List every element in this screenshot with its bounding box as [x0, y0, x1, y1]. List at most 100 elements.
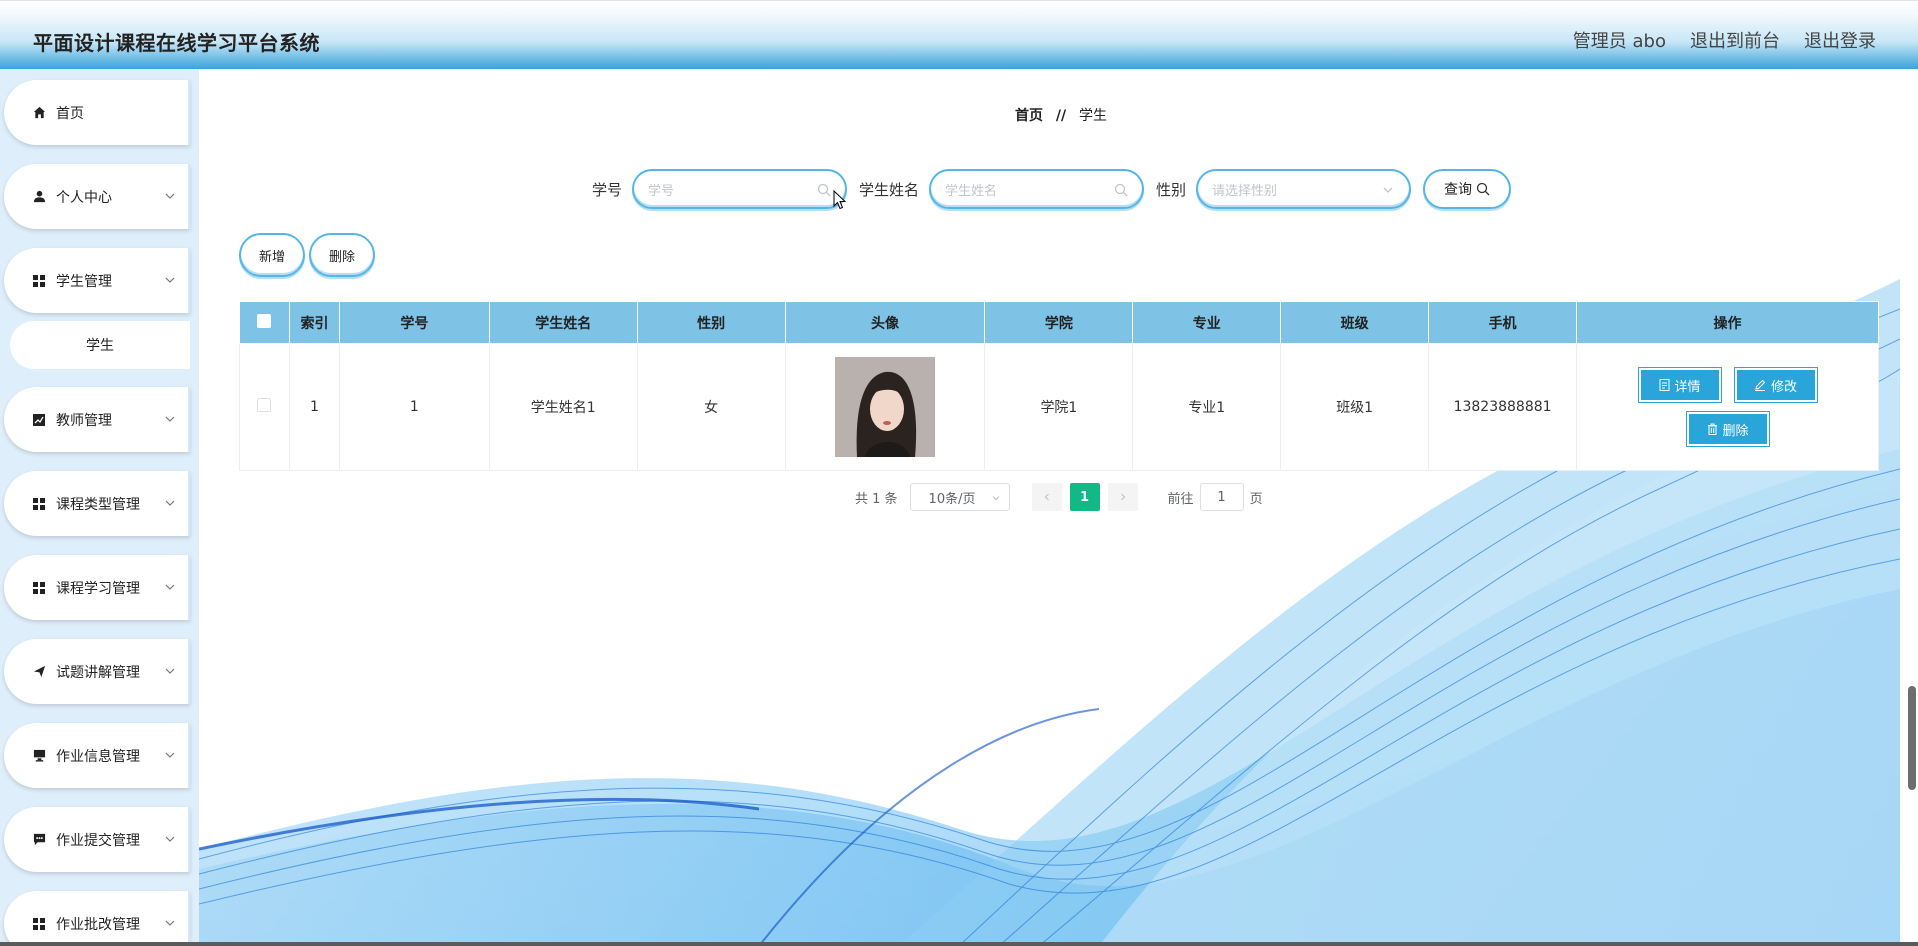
cell-major: 专业1	[1132, 343, 1282, 471]
user-icon	[32, 190, 46, 204]
cell-gender: 女	[636, 343, 786, 471]
grid-icon	[32, 497, 46, 511]
row-select-cell[interactable]	[239, 343, 290, 471]
sidebar-item-personal-center[interactable]: 个人中心	[4, 164, 190, 229]
sidebar-item-label: 教师管理	[56, 412, 112, 429]
logout-link[interactable]: 退出登录	[1804, 27, 1876, 53]
trash-icon	[1707, 423, 1717, 435]
page-number-current[interactable]: 1	[1069, 483, 1100, 511]
gender-select[interactable]: 请选择性别	[1196, 169, 1412, 209]
prev-page-button[interactable]	[1031, 483, 1062, 511]
gender-label: 性别	[1156, 180, 1187, 199]
sidebar-item-student-management[interactable]: 学生管理	[4, 248, 190, 313]
sidebar-item-homework-submit-management[interactable]: 作业提交管理	[4, 807, 190, 872]
chevron-down-icon	[165, 752, 175, 758]
chevron-left-icon	[1044, 493, 1049, 501]
column-header: 学生姓名	[488, 301, 638, 344]
table-actions: 新增 删除	[239, 233, 375, 277]
cell-phone: 13823888881	[1428, 343, 1578, 471]
sidebar: 首页 个人中心 学生管理 学生 教师管理 课程类型管理 课程学习管理 试题讲解管…	[0, 69, 199, 946]
pagination-total: 共 1 条	[855, 491, 898, 507]
select-all-cell[interactable]	[239, 301, 290, 344]
chevron-down-icon	[165, 584, 175, 590]
sidebar-item-course-type-management[interactable]: 课程类型管理	[4, 471, 190, 536]
cell-xuehao: 1	[338, 343, 490, 471]
search-form: 学号 学号 学生姓名 学生姓名 性别 请选择性别 查询	[592, 169, 1512, 209]
row-operations: 详情 修改 删除	[1628, 367, 1828, 447]
table-row: 1 1 学生姓名1 女 学院1 专业1 班级1 13823888881 详情 修…	[239, 343, 1879, 471]
page-scrollbar[interactable]	[1900, 69, 1918, 946]
page-size-value: 10条/页	[928, 491, 976, 507]
exit-to-front-link[interactable]: 退出到前台	[1690, 27, 1780, 53]
column-header: 学院	[984, 301, 1134, 344]
grid-icon	[32, 274, 46, 288]
breadcrumb-current: 学生	[1078, 108, 1107, 124]
batch-delete-button[interactable]: 删除	[309, 233, 375, 277]
next-page-button[interactable]	[1107, 483, 1138, 511]
sidebar-item-label: 试题讲解管理	[56, 664, 140, 681]
search-icon	[1476, 182, 1490, 196]
cell-class: 班级1	[1280, 343, 1430, 471]
column-header: 性别	[636, 301, 786, 344]
chevron-down-icon	[165, 500, 175, 506]
header-nav: 管理员 abo 退出到前台 退出登录	[1573, 27, 1876, 53]
scrollbar-thumb[interactable]	[1908, 686, 1916, 790]
xuehao-label: 学号	[592, 180, 623, 199]
sidebar-item-label: 作业信息管理	[56, 748, 140, 765]
select-all-checkbox[interactable]	[257, 313, 272, 328]
page-size-select[interactable]: 10条/页	[909, 483, 1010, 511]
column-header: 专业	[1132, 301, 1282, 344]
sidebar-item-homework-info-management[interactable]: 作业信息管理	[4, 723, 190, 788]
query-button[interactable]: 查询	[1423, 169, 1512, 209]
message-icon	[32, 833, 46, 847]
document-icon	[1659, 379, 1669, 391]
bottom-divider	[0, 942, 1918, 946]
pagination: 共 1 条 10条/页 1 前往 1 页	[855, 483, 1263, 511]
home-icon	[32, 106, 46, 120]
chevron-down-icon	[165, 277, 175, 283]
student-table: 索引 学号 学生姓名 性别 头像 学院 专业 班级 手机 操作 1 1 学生姓名…	[239, 301, 1879, 471]
table-header-row: 索引 学号 学生姓名 性别 头像 学院 专业 班级 手机 操作	[239, 301, 1879, 344]
chevron-down-icon	[165, 416, 175, 422]
grid-icon	[32, 581, 46, 595]
cell-index: 1	[288, 343, 340, 471]
student-name-label: 学生姓名	[859, 180, 920, 199]
search-icon	[1114, 183, 1128, 197]
sidebar-item-label: 作业批改管理	[56, 916, 140, 933]
sidebar-subitem-student[interactable]: 学生	[10, 321, 190, 369]
delete-button[interactable]: 删除	[1685, 411, 1770, 447]
breadcrumb-home-link[interactable]: 首页	[1015, 108, 1043, 124]
sidebar-item-label: 作业提交管理	[56, 832, 140, 849]
row-checkbox[interactable]	[257, 398, 272, 412]
search-icon	[817, 183, 831, 197]
edit-button[interactable]: 修改	[1733, 367, 1818, 403]
goto-label: 前往	[1167, 491, 1194, 507]
sidebar-item-label: 学生管理	[56, 273, 112, 290]
cell-college: 学院1	[984, 343, 1134, 471]
student-name-search-input[interactable]: 学生姓名	[929, 169, 1145, 209]
chevron-down-icon	[165, 920, 175, 926]
detail-button[interactable]: 详情	[1637, 367, 1722, 403]
edit-button-label: 修改	[1771, 379, 1798, 395]
chevron-down-icon	[165, 193, 175, 199]
column-header: 学号	[338, 301, 490, 344]
sidebar-item-course-study-management[interactable]: 课程学习管理	[4, 555, 190, 620]
chevron-down-icon	[165, 668, 175, 674]
sidebar-item-teacher-management[interactable]: 教师管理	[4, 387, 190, 452]
xuehao-search-input[interactable]: 学号	[632, 169, 848, 209]
delete-button-label: 删除	[1722, 423, 1749, 439]
sidebar-item-exam-explain-management[interactable]: 试题讲解管理	[4, 639, 190, 704]
breadcrumb: 首页 // 学生	[1015, 105, 1107, 125]
breadcrumb-separator: //	[1055, 108, 1067, 124]
gender-placeholder: 请选择性别	[1212, 183, 1278, 199]
column-header: 头像	[784, 301, 986, 344]
add-button[interactable]: 新增	[239, 233, 305, 277]
chevron-down-icon	[1383, 187, 1393, 193]
chevron-right-icon	[1120, 493, 1125, 501]
main-content: 首页 // 学生 学号 学号 学生姓名 学生姓名 性别 请选择性别 查询 新增 …	[199, 69, 1900, 946]
admin-user-link[interactable]: 管理员 abo	[1573, 27, 1666, 53]
goto-page-input[interactable]: 1	[1199, 483, 1244, 511]
column-header: 手机	[1428, 301, 1578, 344]
sidebar-item-homework-grading-management[interactable]: 作业批改管理	[4, 891, 190, 946]
sidebar-item-home[interactable]: 首页	[4, 80, 190, 145]
